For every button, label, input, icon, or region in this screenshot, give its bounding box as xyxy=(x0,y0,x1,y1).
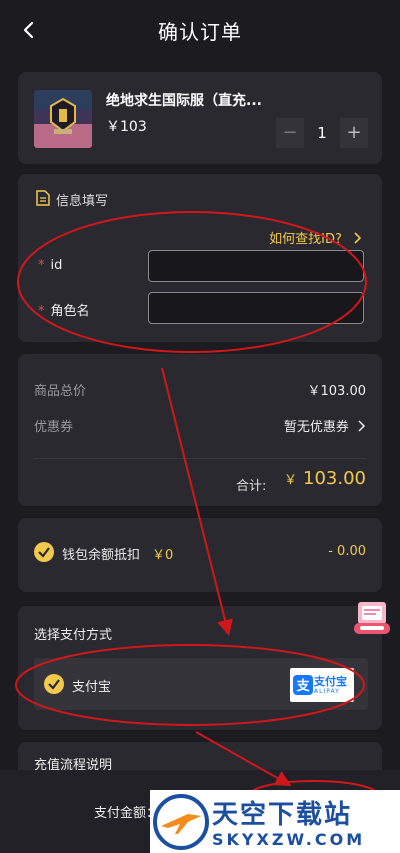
role-name-input[interactable] xyxy=(148,292,364,324)
currency-symbol: ￥ xyxy=(284,473,298,488)
find-id-link-label: 如何查找ID? xyxy=(269,232,342,247)
gift-box-icon xyxy=(354,602,390,634)
payment-card: 选择支付方式 支付宝 支 支付宝 ALIPAY xyxy=(18,606,382,730)
document-icon xyxy=(36,190,50,206)
my-orders-button[interactable] xyxy=(352,596,392,636)
required-mark: * xyxy=(38,304,45,319)
alipay-option[interactable]: 支付宝 支 支付宝 ALIPAY xyxy=(34,658,368,710)
chevron-right-icon xyxy=(358,420,366,432)
wallet-card[interactable]: 钱包余额抵扣 ￥0 - 0.00 xyxy=(18,518,382,592)
alipay-logo-sub: ALIPAY xyxy=(314,688,340,695)
check-icon xyxy=(48,679,60,690)
alipay-logo-text: 支付宝 xyxy=(314,675,347,688)
goods-total-label: 商品总价 xyxy=(34,384,87,399)
sum-label: 合计: xyxy=(236,479,267,494)
watermark-logo-icon xyxy=(153,794,209,850)
alipay-logo: 支 支付宝 ALIPAY xyxy=(290,668,354,702)
required-mark: * xyxy=(38,258,45,273)
wallet-label: 钱包余额抵扣 xyxy=(62,548,141,563)
watermark: 天空下载站 SKYXZW.COM xyxy=(150,790,400,853)
summary-card: 商品总价 ￥103.00 优惠券 暂无优惠券 合计: ￥ 103.00 xyxy=(18,354,382,506)
find-id-link[interactable]: 如何查找ID? xyxy=(269,228,364,247)
alipay-label: 支付宝 xyxy=(72,680,112,695)
wallet-checkbox[interactable] xyxy=(34,542,54,562)
quantity-value[interactable]: 1 xyxy=(304,118,340,148)
decrease-button[interactable]: − xyxy=(276,118,304,148)
coupon-label: 优惠券 xyxy=(34,420,74,435)
id-label-text: id xyxy=(50,258,63,273)
coupon-value: 暂无优惠券 xyxy=(283,420,349,435)
chevron-right-icon xyxy=(354,232,362,244)
header: 确认订单 xyxy=(0,0,400,60)
increase-button[interactable]: + xyxy=(340,118,368,148)
quantity-stepper: − 1 + xyxy=(276,118,368,148)
info-title: 信息填写 xyxy=(56,194,109,209)
product-thumbnail xyxy=(34,90,92,148)
watermark-line2: SKYXZW.COM xyxy=(212,830,366,849)
wallet-deduct: - 0.00 xyxy=(328,544,366,559)
sum-amount: 103.00 xyxy=(303,468,366,489)
id-input[interactable] xyxy=(148,250,364,282)
alipay-radio[interactable] xyxy=(44,674,64,694)
role-field-label: * 角色名 xyxy=(38,300,90,319)
info-card: 信息填写 如何查找ID? * id * 角色名 xyxy=(18,174,382,342)
watermark-line1: 天空下载站 xyxy=(212,800,353,830)
coupon-selector[interactable]: 暂无优惠券 xyxy=(284,416,366,435)
wallet-balance: ￥0 xyxy=(152,548,174,563)
product-name: 绝地求生国际服（直充... xyxy=(106,93,262,109)
product-card: 绝地求生国际服（直充... ￥103 − 1 + xyxy=(18,72,382,164)
order-confirm-page: 确认订单 绝地求生国际服（直充... ￥103 − 1 + 信息填写 如何查找I… xyxy=(0,0,400,853)
product-price: ￥103 xyxy=(106,119,147,135)
goods-total-value: ￥103.00 xyxy=(307,384,367,399)
id-field-label: * id xyxy=(38,258,62,273)
divider xyxy=(34,458,366,459)
check-icon xyxy=(38,547,50,558)
role-label-text: 角色名 xyxy=(50,304,90,319)
payment-title: 选择支付方式 xyxy=(34,628,113,643)
svg-text:支: 支 xyxy=(295,678,310,694)
page-title: 确认订单 xyxy=(158,20,242,44)
sum-value: ￥ 103.00 xyxy=(284,468,366,489)
alipay-icon: 支 xyxy=(293,675,313,695)
